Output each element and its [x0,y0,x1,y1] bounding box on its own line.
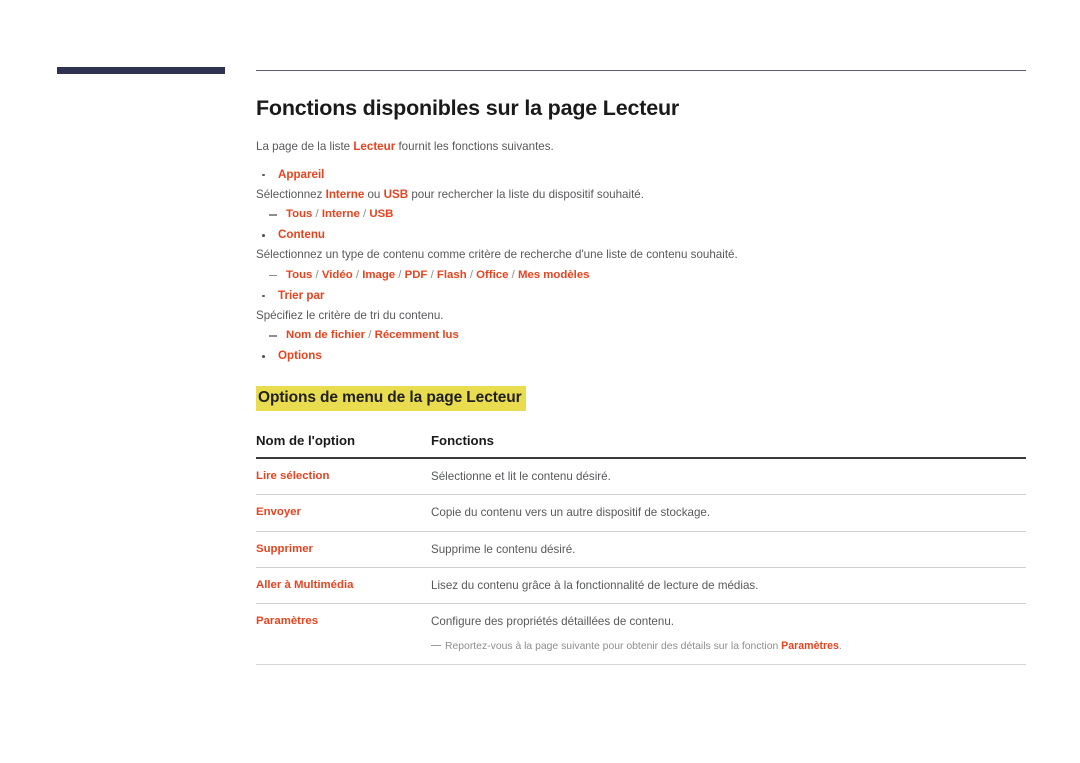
cell-function-text: Copie du contenu vers un autre dispositi… [431,506,711,520]
bullet-description: Sélectionnez un type de contenu comme cr… [256,245,1026,265]
sub-item-accent-0: Tous [286,208,313,221]
bullet-description: Sélectionnez Interne ou USB pour recherc… [256,185,1026,205]
bullet-dot-icon [262,355,265,358]
header-horizontal-rule [256,70,1026,71]
cell-option-name: Aller à Multimédia [256,567,431,605]
column-header-option-name: Nom de l'option [256,432,431,459]
cell-function-text: Lisez du contenu grâce à la fonctionnali… [431,578,759,592]
sub-item-separator-3: / [352,268,363,281]
sub-item-accent-4: Image [362,268,396,281]
sub-item-accent-2: Récemment lus [374,329,459,342]
sub-item-separator-1: / [312,268,322,281]
sub-item-separator-9: / [466,268,477,281]
sub-item-separator-11: / [508,268,518,281]
feature-bullet-list: Appareil Sélectionnez Interne ou USB pour… [256,165,1026,367]
bullet-description-text-0: Spécifiez le critère de tri du contenu. [256,308,444,322]
table-row: Envoyer Copie du contenu vers un autre di… [256,494,1026,532]
sub-item-accent-12: Mes modèles [517,268,590,281]
cell-function-text: Configure des propriétés détaillées de c… [431,615,674,629]
bullet-label: Trier par [256,286,1026,306]
bullet-item: Contenu Sélectionnez un type de contenu c… [256,225,1026,286]
sub-item-accent-0: Tous [286,268,313,281]
table-row: Aller à Multimédia Lisez du contenu grâce… [256,567,1026,605]
cell-option-function: Copie du contenu vers un autre dispositi… [431,494,1026,532]
intro-accent-term: Lecteur [353,139,396,153]
column-header-functions: Fonctions [431,432,1026,459]
bullet-description-text-4: pour rechercher la liste du dispositif s… [408,187,644,201]
bullet-dot-icon [262,234,265,237]
bullet-label: Options [256,346,1026,366]
cell-option-function: Sélectionne et lit le contenu désiré. [431,457,1026,496]
bullet-label: Contenu [256,225,1026,245]
sub-item-accent-8: Flash [436,268,467,281]
intro-text-after: fournit les fonctions suivantes. [395,139,554,153]
sub-item-dash-icon [269,274,277,277]
page-header-decoration [0,0,1080,90]
sub-item-separator-3: / [359,208,370,221]
sub-item-separator-5: / [395,268,405,281]
cell-option-function: Configure des propriétés détaillées de c… [431,603,1026,665]
note-text-after: . [838,640,842,652]
section-heading-container: Options de menu de la page Lecteur [256,386,1026,411]
table-row: Supprimer Supprime le contenu désiré. [256,531,1026,568]
intro-text-before: La page de la liste [256,139,354,153]
section-heading: Options de menu de la page Lecteur [256,386,526,411]
bullet-description-text-0: Sélectionnez [256,187,326,201]
sub-item-dash-icon [269,214,277,216]
sub-item-dash-icon [269,335,277,337]
note-text-before: Reportez-vous à la page suivante pour ob… [445,640,782,652]
bullet-item: Appareil Sélectionnez Interne ou USB pour… [256,165,1026,226]
sub-item-accent-6: PDF [404,268,428,281]
bullet-label-text: Trier par [278,288,325,302]
navy-accent-bar [57,67,225,74]
cell-option-name: Supprimer [256,531,431,568]
bullet-dot-icon [262,173,265,177]
bullet-description-text-0: Sélectionnez un type de contenu comme cr… [256,248,738,262]
bullet-item: Trier par Spécifiez le critère de tri du … [256,286,1026,347]
bullet-description-accent-3: USB [383,187,409,201]
sub-item-accent-2: Interne [321,208,360,221]
sub-item-accent-2: Vidéo [321,268,353,281]
bullet-label-text: Appareil [278,167,325,181]
note-dash-icon [431,644,441,647]
table-body: Lire sélection Sélectionne et lit le cont… [256,457,1026,665]
bullet-description-text-2: ou [364,187,384,201]
note-accent-term: Paramètres [781,639,839,652]
bullet-sub-item: Tous / Vidéo / Image / PDF / Flash / Off… [256,266,1026,286]
cell-option-name: Lire sélection [256,457,431,496]
cell-option-name: Envoyer [256,494,431,532]
bullet-dot-icon [262,294,265,298]
bullet-item: Options [256,346,1026,366]
cell-function-text: Sélectionne et lit le contenu désiré. [431,469,611,483]
bullet-description: Spécifiez le critère de tri du contenu. [256,306,1026,326]
table-header-row: Nom de l'option Fonctions [256,432,1026,459]
bullet-description-accent-1: Interne [325,187,365,201]
table-head: Nom de l'option Fonctions [256,432,1026,459]
table-row: Paramètres Configure des propriétés détai… [256,603,1026,665]
sub-item-accent-0: Nom de fichier [286,329,366,342]
sub-item-separator-7: / [427,268,437,281]
cell-option-function: Supprime le contenu désiré. [431,531,1026,568]
bullet-label: Appareil [256,165,1026,185]
menu-options-table: Nom de l'option Fonctions Lire sélection… [256,432,1026,665]
sub-item-accent-10: Office [476,268,509,281]
sub-item-separator-1: / [365,329,375,342]
bullet-label-text: Contenu [278,228,326,242]
table-row: Lire sélection Sélectionne et lit le cont… [256,457,1026,496]
bullet-label-text: Options [278,349,322,363]
sub-item-separator-1: / [312,208,322,221]
bullet-sub-item: Nom de fichier / Récemment lus [256,326,1026,346]
page-title: Fonctions disponibles sur la page Lecteu… [256,96,680,120]
cell-function-text: Supprime le contenu désiré. [431,542,576,556]
page-content: Fonctions disponibles sur la page Lecteu… [256,96,1026,665]
bullet-sub-item: Tous / Interne / USB [256,205,1026,225]
sub-item-accent-4: USB [369,208,394,221]
cell-note: Reportez-vous à la page suivante pour ob… [431,639,1026,655]
cell-option-name: Paramètres [256,603,431,665]
intro-paragraph: La page de la liste Lecteur fournit les … [256,139,1026,156]
cell-option-function: Lisez du contenu grâce à la fonctionnali… [431,567,1026,605]
